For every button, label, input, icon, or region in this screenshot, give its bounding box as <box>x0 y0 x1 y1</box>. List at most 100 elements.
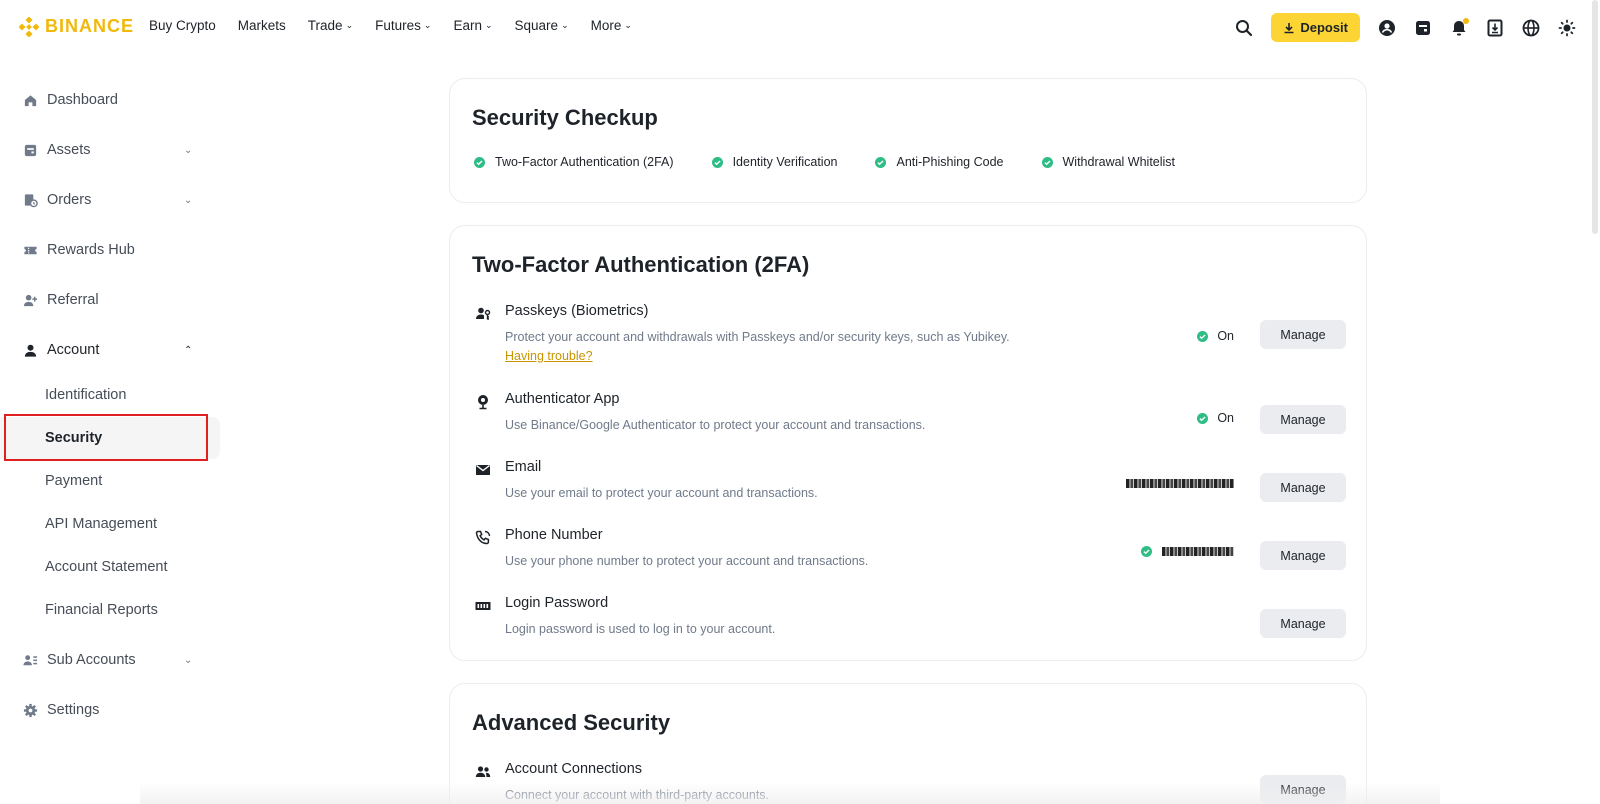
password-icon <box>475 598 491 614</box>
status-text: On <box>1217 411 1234 425</box>
two-factor-title: Two-Factor Authentication (2FA) <box>472 252 810 277</box>
check-item-identity-verification: Identity Verification <box>711 155 838 169</box>
language-globe-icon[interactable] <box>1522 19 1540 37</box>
chevron-down-icon[interactable]: ⌄ <box>184 145 192 156</box>
redacted-text <box>1162 547 1234 556</box>
sidebar-item-referral[interactable]: Referral <box>0 280 220 320</box>
sidebar-item-orders[interactable]: Orders ⌄ <box>0 180 220 220</box>
sidebar-subitem-label: Identification <box>45 387 127 403</box>
check-item-2fa: Two-Factor Authentication (2FA) <box>474 155 674 169</box>
sidebar-subitem-api-management[interactable]: API Management <box>0 503 220 545</box>
nav-futures[interactable]: Futures ⌄ <box>375 18 431 33</box>
binance-logo-icon <box>19 16 39 37</box>
deposit-button[interactable]: Deposit <box>1271 13 1360 42</box>
sidebar-item-rewards-hub[interactable]: Rewards Hub <box>0 230 220 270</box>
row-description: Login password is used to log in to your… <box>505 622 776 636</box>
sidebar-subitem-account-statement[interactable]: Account Statement <box>0 546 220 588</box>
nav-buy-crypto[interactable]: Buy Crypto <box>149 18 216 33</box>
row-title: Phone Number <box>505 527 603 543</box>
chevron-down-icon: ⌄ <box>561 20 569 30</box>
nav-label: Futures <box>375 18 421 33</box>
manage-email-button[interactable]: Manage <box>1260 473 1346 502</box>
masked-phone-value <box>1141 546 1234 557</box>
sidebar-item-dashboard[interactable]: Dashboard <box>0 80 220 120</box>
sidebar-item-assets[interactable]: Assets ⌄ <box>0 130 220 170</box>
theme-toggle-icon[interactable] <box>1558 19 1576 37</box>
main-nav: Buy Crypto Markets Trade ⌄ Futures ⌄ Earn ⌄… <box>149 18 654 33</box>
check-circle-icon <box>474 156 485 168</box>
nav-label: Earn <box>453 18 482 33</box>
row-account-connections: Account Connections Connect your account… <box>472 761 1346 804</box>
chevron-down-icon[interactable]: ⌄ <box>184 655 192 666</box>
advanced-security-card: Advanced Security Account Connections Co… <box>449 683 1367 804</box>
row-email: Email Use your email to protect your acc… <box>472 459 1346 519</box>
row-title: Authenticator App <box>505 391 620 407</box>
check-item-anti-phishing: Anti-Phishing Code <box>875 155 1004 169</box>
sidebar-subitem-financial-reports[interactable]: Financial Reports <box>0 589 220 631</box>
deposit-download-icon <box>1284 22 1294 33</box>
user-profile-icon[interactable] <box>1378 19 1396 37</box>
sidebar-item-settings[interactable]: Settings <box>0 690 220 730</box>
wallet-icon[interactable] <box>1414 19 1432 37</box>
search-icon[interactable] <box>1235 19 1253 37</box>
sidebar-subitem-label: Payment <box>45 473 103 489</box>
manage-connections-button[interactable]: Manage <box>1260 775 1346 804</box>
nav-label: Markets <box>237 18 286 33</box>
check-circle-icon <box>1041 156 1053 168</box>
person-icon <box>22 342 38 358</box>
sidebar-item-label: Orders <box>47 192 92 208</box>
sidebar-subitem-identification[interactable]: Identification <box>0 374 220 416</box>
home-icon <box>22 92 38 108</box>
deposit-label: Deposit <box>1300 20 1348 35</box>
nav-markets[interactable]: Markets <box>238 18 286 33</box>
nav-earn[interactable]: Earn ⌄ <box>453 18 492 33</box>
row-title: Email <box>505 459 542 475</box>
check-circle-icon <box>1141 546 1152 557</box>
sidebar-item-label: Settings <box>47 702 100 718</box>
notification-bell-icon[interactable] <box>1450 17 1469 37</box>
binance-logo[interactable]: BINANCE <box>19 16 134 37</box>
row-title: Login Password <box>505 595 609 611</box>
page-scrollbar[interactable] <box>1592 0 1598 234</box>
manage-passkeys-button[interactable]: Manage <box>1260 320 1346 349</box>
row-login-password: Login Password Login password is used to… <box>472 595 1346 655</box>
check-item-label: Identity Verification <box>732 155 838 169</box>
nav-more[interactable]: More ⌄ <box>591 18 632 33</box>
chevron-down-icon: ⌄ <box>484 20 493 30</box>
gear-icon <box>22 702 38 718</box>
email-icon <box>475 462 491 478</box>
logo-text: BINANCE <box>45 16 135 36</box>
row-title: Account Connections <box>505 761 643 777</box>
check-circle-icon <box>1197 412 1209 424</box>
phone-icon <box>475 530 491 546</box>
nav-trade[interactable]: Trade ⌄ <box>308 18 353 33</box>
download-app-icon[interactable] <box>1486 19 1504 37</box>
nav-label: More <box>590 18 622 33</box>
chevron-down-icon[interactable]: ⌄ <box>184 195 192 206</box>
check-item-label: Two-Factor Authentication (2FA) <box>495 155 674 169</box>
add-user-icon <box>22 292 38 308</box>
masked-email-value <box>1126 479 1234 488</box>
manage-password-button[interactable]: Manage <box>1260 609 1346 638</box>
row-passkeys: Passkeys (Biometrics) Protect your accou… <box>472 303 1346 373</box>
security-checkup-list: Two-Factor Authentication (2FA) Identity… <box>474 155 1213 169</box>
notification-dot <box>1463 17 1469 24</box>
manage-phone-button[interactable]: Manage <box>1260 541 1346 570</box>
sidebar-item-label: Sub Accounts <box>47 652 136 668</box>
chevron-up-icon[interactable]: ⌃ <box>184 345 192 356</box>
advanced-security-title: Advanced Security <box>472 710 671 735</box>
having-trouble-link[interactable]: Having trouble? <box>505 349 593 363</box>
sidebar-subitem-payment[interactable]: Payment <box>0 460 220 502</box>
nav-square[interactable]: Square ⌄ <box>515 18 569 33</box>
check-circle-icon <box>711 156 723 168</box>
security-checkup-title: Security Checkup <box>472 105 658 130</box>
sidebar-item-sub-accounts[interactable]: Sub Accounts ⌄ <box>0 640 220 680</box>
sidebar-item-account[interactable]: Account ⌃ <box>0 330 220 370</box>
top-header: BINANCE Buy Crypto Markets Trade ⌄ Future… <box>0 0 1600 56</box>
manage-authenticator-button[interactable]: Manage <box>1260 405 1346 434</box>
row-description: Use your phone number to protect your ac… <box>505 554 869 568</box>
status-text: On <box>1217 329 1234 343</box>
row-description: Use Binance/Google Authenticator to prot… <box>505 418 926 432</box>
row-title: Passkeys (Biometrics) <box>505 303 649 319</box>
sidebar-subitem-security[interactable]: Security <box>0 417 220 459</box>
